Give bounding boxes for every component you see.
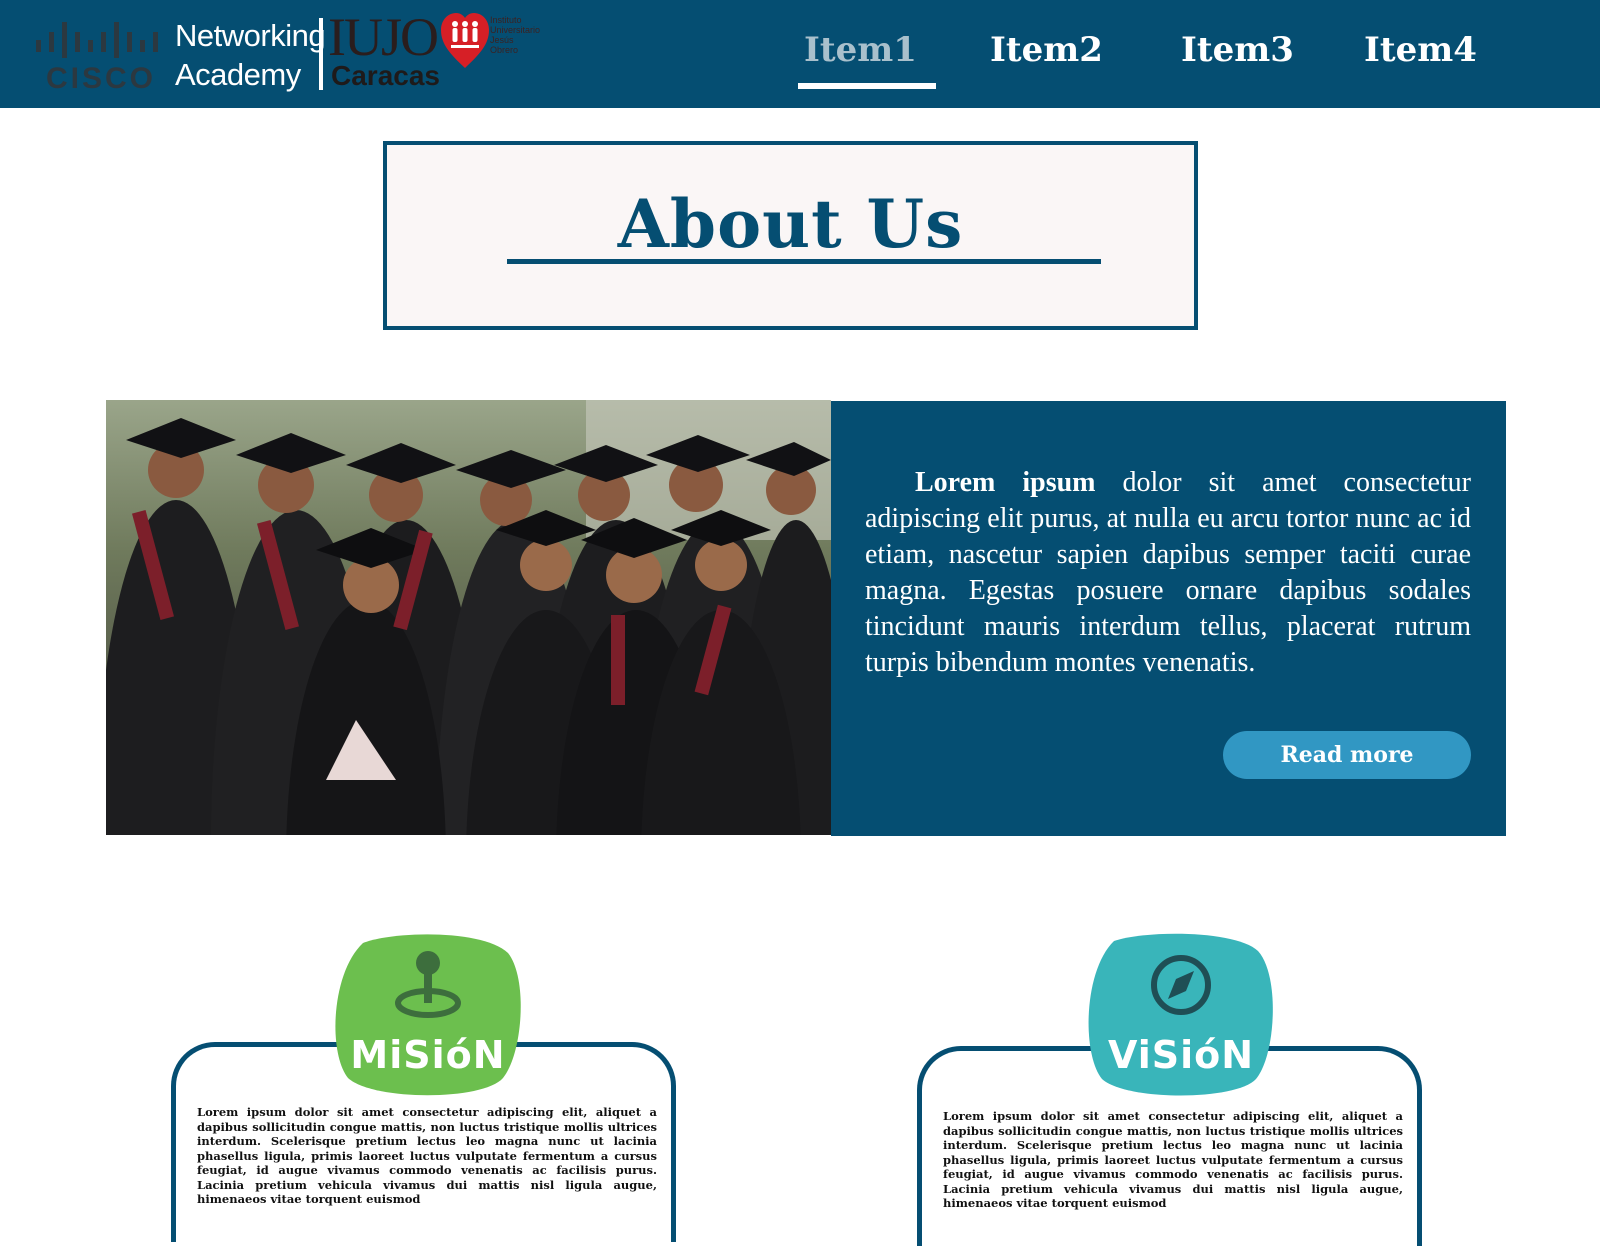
cisco-bars-icon: [36, 22, 158, 58]
graduates-image: [106, 400, 831, 835]
graduates-photo: [106, 400, 831, 835]
vision-badge: ViSióN: [1086, 933, 1276, 1098]
iujo-wordmark: IUJO: [328, 7, 439, 67]
nav-item-2[interactable]: Item2: [990, 30, 1103, 80]
intro-paragraph: Lorem ipsum dolor sit amet consectetur a…: [865, 465, 1471, 681]
read-more-button[interactable]: Read more: [1223, 731, 1471, 779]
site-logo[interactable]: CISCO Networking Academy IUJO Instituto …: [32, 7, 552, 96]
intro-lead: Lorem ipsum: [915, 467, 1096, 498]
nav-active-underline: [798, 83, 936, 89]
institute-line: Jesús: [490, 35, 514, 45]
nav-item-3[interactable]: Item3: [1181, 30, 1294, 80]
institute-line: Instituto: [490, 15, 522, 25]
logo-divider: [319, 18, 323, 90]
nav-item-4[interactable]: Item4: [1364, 30, 1477, 80]
mission-text: Lorem ipsum dolor sit amet consectetur a…: [197, 1105, 657, 1206]
caracas-label: Caracas: [331, 60, 440, 91]
mission-label: MiSióN: [350, 1033, 506, 1077]
networking-academy-text: Networking Academy: [175, 16, 326, 94]
vision-label: ViSióN: [1107, 1033, 1255, 1077]
page-title: About Us: [617, 185, 964, 263]
institute-line: Universitario: [490, 25, 541, 35]
institute-name: Instituto Universitario Jesús Obrero: [490, 15, 540, 55]
heart-people-icon: [441, 13, 489, 68]
vision-text: Lorem ipsum dolor sit amet consectetur a…: [943, 1109, 1403, 1210]
intro-body: dolor sit amet consectetur adipiscing el…: [865, 467, 1472, 678]
nav-item-1[interactable]: Item1: [804, 30, 917, 80]
cisco-wordmark: CISCO: [46, 62, 157, 95]
site-header: CISCO Networking Academy IUJO Instituto …: [0, 0, 1600, 108]
institute-line: Obrero: [490, 45, 519, 55]
mission-badge: MiSióN: [333, 933, 523, 1098]
title-underline: [507, 259, 1101, 264]
academy-line-1: Networking: [175, 18, 326, 53]
about-title-box: About Us: [383, 141, 1198, 330]
academy-line-2: Academy: [175, 57, 301, 92]
about-intro-panel: Lorem ipsum dolor sit amet consectetur a…: [831, 401, 1506, 836]
